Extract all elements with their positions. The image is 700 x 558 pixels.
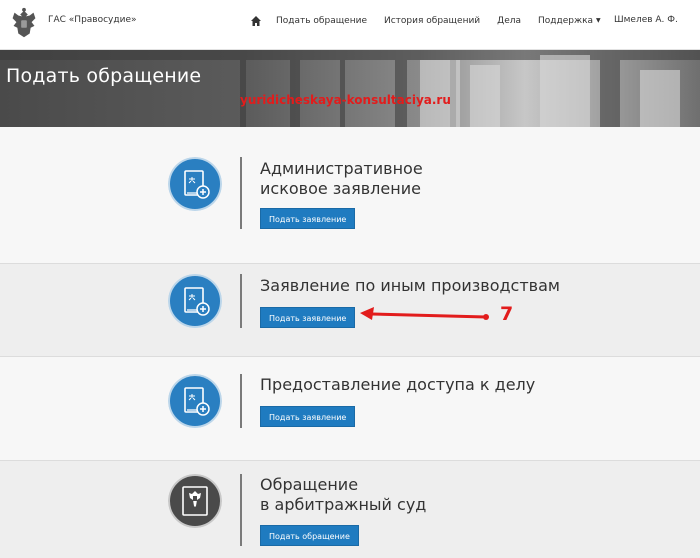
main-nav: Подать обращение История обращений Дела … <box>250 15 618 27</box>
nav-appeal-history[interactable]: История обращений <box>384 16 480 26</box>
vertical-divider <box>240 474 242 546</box>
vertical-divider <box>240 157 242 229</box>
document-plus-icon <box>168 374 222 428</box>
annotation-step-number: 7 <box>500 303 514 325</box>
card-title-line: исковое заявление <box>260 179 421 198</box>
document-plus-icon <box>168 157 222 211</box>
submit-arbitration-appeal-button[interactable]: Подать обращение <box>260 525 359 546</box>
coat-of-arms-icon <box>168 474 222 528</box>
nav-cases[interactable]: Дела <box>497 16 521 26</box>
annotation-arrow <box>360 307 489 320</box>
card-title-line: в арбитражный суд <box>260 495 427 514</box>
document-plus-icon <box>168 274 222 328</box>
page-title: Подать обращение <box>6 65 202 87</box>
banner-background-image <box>0 50 700 127</box>
card-title: Административное исковое заявление <box>260 159 423 199</box>
home-icon[interactable] <box>250 15 262 27</box>
caret-down-icon: ▼ <box>596 17 601 24</box>
request-case-access-button[interactable]: Подать заявление <box>260 406 356 427</box>
submit-administrative-claim-button[interactable]: Подать заявление <box>260 208 356 229</box>
divider <box>0 263 700 264</box>
divider <box>0 356 700 357</box>
card-title-line: Административное <box>260 159 423 178</box>
watermark-text: yuridicheskaya-konsultaciya.ru <box>240 93 451 107</box>
card-title: Заявление по иным производствам <box>260 276 560 296</box>
divider <box>0 460 700 461</box>
nav-submit-appeal[interactable]: Подать обращение <box>276 16 367 26</box>
card-title-line: Заявление по иным производствам <box>260 276 560 295</box>
nav-support[interactable]: Поддержка ▼ <box>538 16 601 26</box>
card-title: Обращение в арбитражный суд <box>260 475 426 515</box>
card-title-line: Предоставление доступа к делу <box>260 375 536 394</box>
card-title-line: Обращение <box>260 475 359 494</box>
coat-of-arms-logo[interactable] <box>5 5 43 43</box>
nav-support-label: Поддержка <box>538 16 594 26</box>
card-title: Предоставление доступа к делу <box>260 375 535 395</box>
brand-name[interactable]: ГАС «Правосудие» <box>48 15 137 25</box>
vertical-divider <box>240 374 242 428</box>
vertical-divider <box>240 274 242 328</box>
user-name[interactable]: Шмелев А. Ф. <box>614 15 678 25</box>
submit-other-proceedings-button[interactable]: Подать заявление <box>260 307 356 328</box>
top-navbar: ГАС «Правосудие» Подать обращение Истори… <box>0 0 700 50</box>
page-banner: Подать обращение yuridicheskaya-konsulta… <box>0 50 700 127</box>
